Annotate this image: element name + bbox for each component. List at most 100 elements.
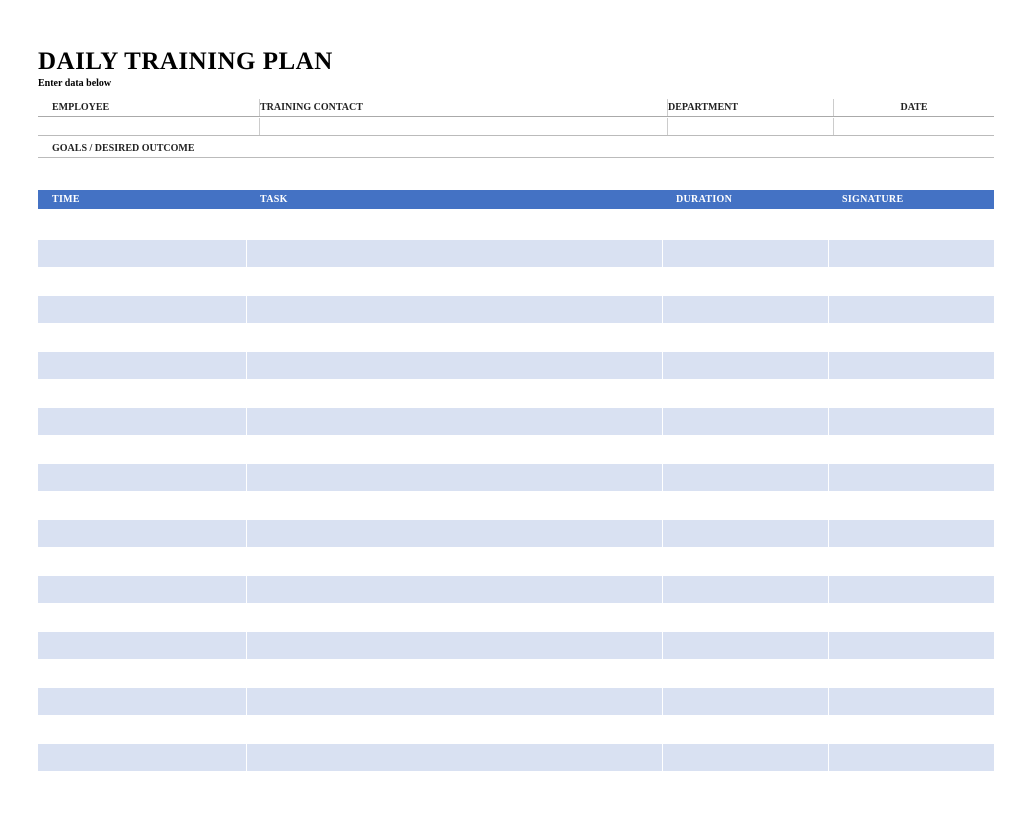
cell-signature[interactable] xyxy=(828,209,994,239)
cell-signature[interactable] xyxy=(828,519,994,547)
cell-time[interactable] xyxy=(38,239,246,267)
column-header-signature: SIGNATURE xyxy=(828,190,994,209)
cell-duration[interactable] xyxy=(662,603,828,631)
department-field[interactable] xyxy=(668,118,834,135)
cell-duration[interactable] xyxy=(662,575,828,603)
cell-duration[interactable] xyxy=(662,209,828,239)
cell-time[interactable] xyxy=(38,715,246,743)
cell-signature[interactable] xyxy=(828,295,994,323)
cell-time[interactable] xyxy=(38,379,246,407)
cell-signature[interactable] xyxy=(828,463,994,491)
cell-duration[interactable] xyxy=(662,659,828,687)
cell-signature[interactable] xyxy=(828,631,994,659)
cell-duration[interactable] xyxy=(662,519,828,547)
cell-duration[interactable] xyxy=(662,379,828,407)
cell-task[interactable] xyxy=(246,743,662,771)
cell-duration[interactable] xyxy=(662,491,828,519)
cell-signature[interactable] xyxy=(828,491,994,519)
cell-time[interactable] xyxy=(38,435,246,463)
table-row xyxy=(38,295,994,323)
table-row xyxy=(38,323,994,351)
cell-time[interactable] xyxy=(38,603,246,631)
cell-duration[interactable] xyxy=(662,463,828,491)
training-table: TIME TASK DURATION SIGNATURE xyxy=(38,190,994,800)
cell-task[interactable] xyxy=(246,659,662,687)
cell-task[interactable] xyxy=(246,547,662,575)
cell-signature[interactable] xyxy=(828,743,994,771)
cell-time[interactable] xyxy=(38,491,246,519)
cell-duration[interactable] xyxy=(662,295,828,323)
cell-time[interactable] xyxy=(38,687,246,715)
cell-task[interactable] xyxy=(246,491,662,519)
cell-time[interactable] xyxy=(38,519,246,547)
date-field[interactable] xyxy=(834,118,994,135)
cell-task[interactable] xyxy=(246,323,662,351)
cell-signature[interactable] xyxy=(828,351,994,379)
cell-signature[interactable] xyxy=(828,323,994,351)
cell-task[interactable] xyxy=(246,603,662,631)
cell-task[interactable] xyxy=(246,519,662,547)
cell-task[interactable] xyxy=(246,239,662,267)
cell-task[interactable] xyxy=(246,435,662,463)
cell-duration[interactable] xyxy=(662,687,828,715)
cell-time[interactable] xyxy=(38,407,246,435)
cell-duration[interactable] xyxy=(662,407,828,435)
cell-duration[interactable] xyxy=(662,631,828,659)
page-title: DAILY TRAINING PLAN xyxy=(38,48,994,76)
cell-time[interactable] xyxy=(38,631,246,659)
cell-time[interactable] xyxy=(38,743,246,771)
column-header-duration: DURATION xyxy=(662,190,828,209)
cell-signature[interactable] xyxy=(828,239,994,267)
cell-time[interactable] xyxy=(38,351,246,379)
table-row xyxy=(38,603,994,631)
employee-field[interactable] xyxy=(38,118,260,135)
table-row xyxy=(38,267,994,295)
cell-signature[interactable] xyxy=(828,771,994,799)
training-contact-field[interactable] xyxy=(260,118,668,135)
cell-task[interactable] xyxy=(246,771,662,799)
cell-time[interactable] xyxy=(38,295,246,323)
cell-time[interactable] xyxy=(38,575,246,603)
cell-signature[interactable] xyxy=(828,435,994,463)
cell-duration[interactable] xyxy=(662,323,828,351)
cell-time[interactable] xyxy=(38,209,246,239)
cell-task[interactable] xyxy=(246,379,662,407)
cell-task[interactable] xyxy=(246,463,662,491)
cell-time[interactable] xyxy=(38,267,246,295)
cell-signature[interactable] xyxy=(828,547,994,575)
cell-task[interactable] xyxy=(246,631,662,659)
cell-time[interactable] xyxy=(38,323,246,351)
goals-field[interactable] xyxy=(38,160,994,178)
cell-signature[interactable] xyxy=(828,715,994,743)
cell-duration[interactable] xyxy=(662,239,828,267)
cell-task[interactable] xyxy=(246,267,662,295)
cell-signature[interactable] xyxy=(828,575,994,603)
cell-signature[interactable] xyxy=(828,267,994,295)
cell-duration[interactable] xyxy=(662,351,828,379)
cell-duration[interactable] xyxy=(662,547,828,575)
cell-task[interactable] xyxy=(246,351,662,379)
cell-task[interactable] xyxy=(246,687,662,715)
cell-duration[interactable] xyxy=(662,267,828,295)
table-row xyxy=(38,687,994,715)
cell-duration[interactable] xyxy=(662,435,828,463)
cell-time[interactable] xyxy=(38,771,246,799)
cell-signature[interactable] xyxy=(828,659,994,687)
cell-task[interactable] xyxy=(246,407,662,435)
cell-duration[interactable] xyxy=(662,715,828,743)
table-row xyxy=(38,491,994,519)
cell-signature[interactable] xyxy=(828,407,994,435)
cell-task[interactable] xyxy=(246,575,662,603)
cell-duration[interactable] xyxy=(662,743,828,771)
cell-task[interactable] xyxy=(246,295,662,323)
column-header-time: TIME xyxy=(38,190,246,209)
cell-task[interactable] xyxy=(246,209,662,239)
cell-time[interactable] xyxy=(38,547,246,575)
cell-time[interactable] xyxy=(38,463,246,491)
cell-signature[interactable] xyxy=(828,603,994,631)
cell-signature[interactable] xyxy=(828,379,994,407)
cell-signature[interactable] xyxy=(828,687,994,715)
cell-duration[interactable] xyxy=(662,771,828,799)
cell-time[interactable] xyxy=(38,659,246,687)
cell-task[interactable] xyxy=(246,715,662,743)
